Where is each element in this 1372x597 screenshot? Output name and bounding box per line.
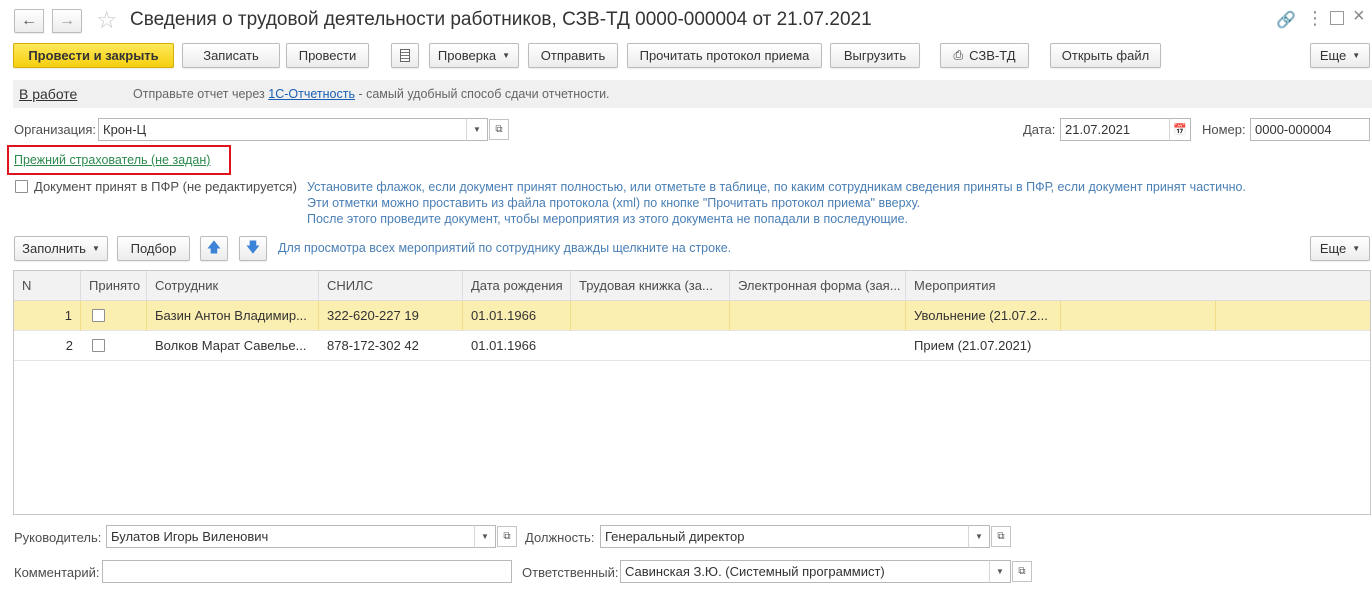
row-accepted-cell — [81, 301, 147, 331]
open-file-button[interactable]: Открыть файл — [1050, 43, 1161, 68]
row-eform — [730, 301, 906, 331]
col-birth[interactable]: Дата рождения — [463, 271, 571, 301]
col-snils[interactable]: СНИЛС — [319, 271, 463, 301]
col-employee[interactable]: Сотрудник — [147, 271, 319, 301]
status-message: Отправьте отчет через 1С-Отчетность - са… — [133, 87, 610, 101]
date-field[interactable]: 21.07.2021 — [1060, 118, 1170, 141]
responsible-open-button[interactable]: ⧉ — [1012, 561, 1032, 582]
position-field[interactable]: Генеральный директор — [600, 525, 969, 548]
row-book — [571, 301, 730, 331]
col-book[interactable]: Трудовая книжка (за... — [571, 271, 730, 301]
head-label: Руководитель: — [14, 530, 102, 545]
post-and-close-button[interactable]: Провести и закрыть — [13, 43, 174, 68]
export-button[interactable]: Выгрузить — [830, 43, 920, 68]
hint-line-3: После этого проведите документ, чтобы ме… — [307, 212, 909, 226]
date-label: Дата: — [1023, 122, 1056, 137]
table-row[interactable]: 1 Базин Антон Владимир... 322-620-227 19… — [14, 301, 1370, 331]
table-row[interactable]: 2 Волков Марат Савелье... 878-172-302 42… — [14, 331, 1370, 361]
col-eform[interactable]: Электронная форма (зая... — [730, 271, 906, 301]
send-button[interactable]: Отправить — [528, 43, 618, 68]
read-protocol-button[interactable]: Прочитать протокол приема — [627, 43, 822, 68]
row-snils: 878-172-302 42 — [327, 338, 419, 353]
row-employee: Базин Антон Владимир... — [147, 301, 319, 331]
window-title: Сведения о трудовой деятельности работни… — [130, 9, 872, 30]
calendar-icon: 📅 — [1173, 124, 1187, 136]
link-icon[interactable]: 🔗 — [1276, 10, 1296, 30]
arrow-left-icon: ← — [21, 12, 37, 29]
accepted-label: Документ принят в ПФР (не редактируется) — [34, 179, 297, 194]
col-n[interactable]: N — [14, 271, 81, 301]
close-icon[interactable]: × — [1353, 5, 1365, 28]
arrow-down-icon: 🡇 — [245, 238, 261, 255]
arrow-up-icon: 🡅 — [206, 238, 222, 255]
move-up-button[interactable]: 🡅 — [200, 236, 228, 261]
maximize-icon[interactable] — [1330, 11, 1344, 25]
head-open-button[interactable]: ⧉ — [497, 526, 517, 547]
position-open-button[interactable]: ⧉ — [991, 526, 1011, 547]
col-accepted[interactable]: Принято — [81, 271, 147, 301]
more-button[interactable]: Еще ▼ — [1310, 43, 1370, 68]
row-snils: 322-620-227 19 — [319, 301, 463, 331]
caret-down-icon: ▼ — [502, 51, 511, 60]
table-more-button[interactable]: Еще ▼ — [1310, 236, 1370, 261]
responsible-dropdown-button[interactable]: ▼ — [989, 560, 1011, 583]
col-events[interactable]: Мероприятия — [906, 271, 1370, 301]
pick-button[interactable]: Подбор — [117, 236, 190, 261]
comment-label: Комментарий: — [14, 565, 100, 580]
caret-down-icon: ▼ — [1352, 51, 1361, 60]
caret-down-icon: ▼ — [91, 244, 100, 253]
responsible-label: Ответственный: — [522, 565, 619, 580]
save-button[interactable]: Записать — [182, 43, 280, 68]
caret-down-icon: ▼ — [1352, 244, 1361, 253]
row-number: 1 — [14, 301, 81, 331]
comment-field[interactable] — [102, 560, 512, 583]
hint-line-1: Установите флажок, если документ принят … — [307, 180, 1246, 194]
reporting-link[interactable]: 1С-Отчетность — [268, 87, 355, 101]
table-hint: Для просмотра всех мероприятий по сотруд… — [278, 241, 732, 255]
journal-button[interactable] — [391, 43, 419, 68]
accepted-checkbox[interactable] — [15, 180, 28, 193]
row-number: 2 — [65, 338, 73, 353]
responsible-field[interactable]: Савинская З.Ю. (Системный программист) — [620, 560, 990, 583]
prev-insurer-link[interactable]: Прежний страхователь (не задан) — [14, 153, 210, 167]
row-employee: Волков Марат Савелье... — [155, 338, 307, 353]
document-list-icon — [400, 49, 410, 62]
row-eform — [730, 331, 906, 361]
row-accepted-checkbox[interactable] — [92, 339, 105, 352]
fill-button[interactable]: Заполнить ▼ — [14, 236, 108, 261]
printer-icon: ⎙ — [953, 48, 964, 62]
number-field[interactable]: 0000-000004 — [1250, 118, 1370, 141]
org-field[interactable]: Крон-Ц — [98, 118, 467, 141]
head-dropdown-button[interactable]: ▼ — [474, 525, 496, 548]
org-dropdown-button[interactable]: ▼ — [466, 118, 488, 141]
row-birth: 01.01.1966 — [463, 301, 571, 331]
org-open-button[interactable]: ⧉ — [489, 119, 509, 140]
position-label: Должность: — [525, 530, 595, 545]
number-label: Номер: — [1202, 122, 1246, 137]
calendar-button[interactable]: 📅 — [1169, 118, 1191, 141]
favorite-star-icon[interactable]: ☆ — [96, 6, 118, 35]
org-label: Организация: — [14, 122, 97, 137]
row-extra-2 — [1216, 301, 1370, 331]
menu-icon[interactable]: ⋮ — [1306, 8, 1324, 29]
head-field[interactable]: Булатов Игорь Виленович — [106, 525, 475, 548]
row-accepted-checkbox[interactable] — [92, 309, 105, 322]
position-dropdown-button[interactable]: ▼ — [968, 525, 990, 548]
row-extra-1 — [1061, 301, 1216, 331]
status-state-link[interactable]: В работе — [19, 86, 77, 102]
row-events: Прием (21.07.2021) — [914, 338, 1032, 353]
move-down-button[interactable]: 🡇 — [239, 236, 267, 261]
row-accepted-cell — [81, 331, 147, 361]
forward-button[interactable]: → — [52, 9, 82, 33]
hint-line-2: Эти отметки можно проставить из файла пр… — [307, 196, 921, 210]
table-header: N Принято Сотрудник СНИЛС Дата рождения … — [14, 271, 1370, 301]
print-szv-button[interactable]: ⎙ СЗВ-ТД — [940, 43, 1029, 68]
row-book — [571, 331, 730, 361]
post-button[interactable]: Провести — [286, 43, 369, 68]
row-birth: 01.01.1966 — [471, 338, 537, 353]
back-button[interactable]: ← — [14, 9, 44, 33]
arrow-right-icon: → — [59, 12, 75, 29]
check-button[interactable]: Проверка ▼ — [429, 43, 519, 68]
row-events: Увольнение (21.07.2... — [906, 301, 1061, 331]
